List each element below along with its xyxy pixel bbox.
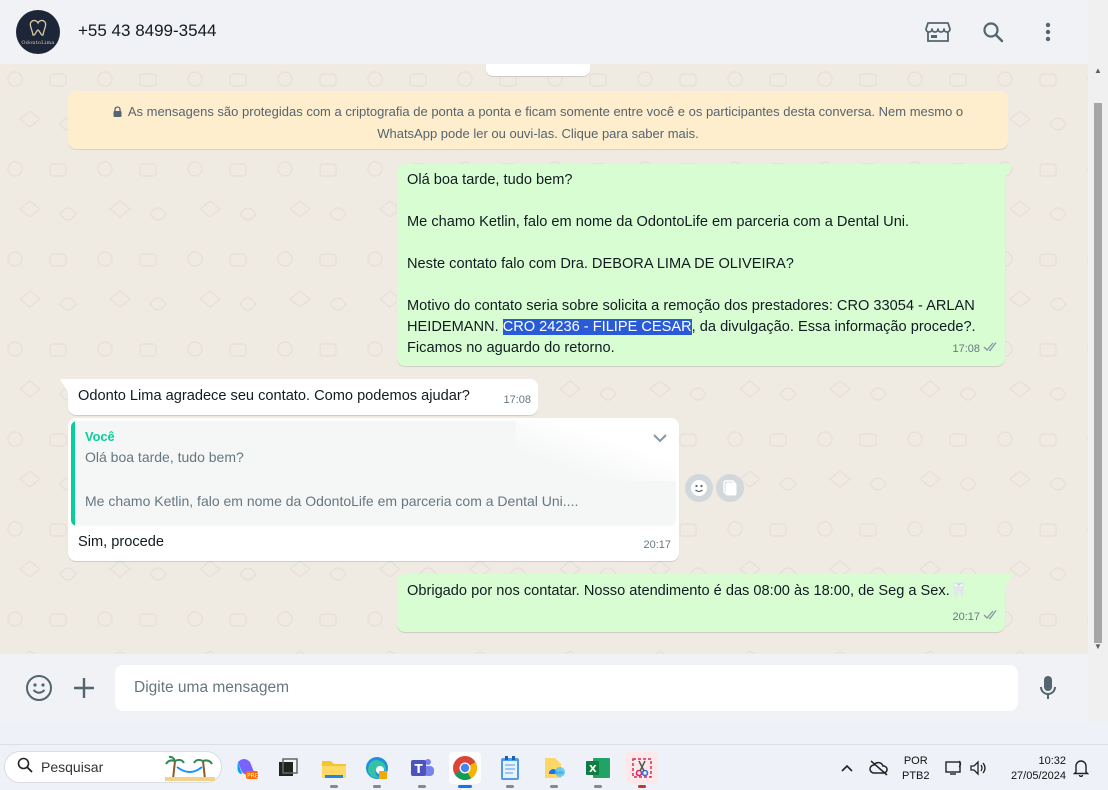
quoted-message[interactable]: Você Olá boa tarde, tudo bem? Me chamo K… bbox=[71, 421, 676, 526]
bubble-tail bbox=[1005, 574, 1013, 587]
svg-text:T: T bbox=[415, 762, 424, 776]
system-clock[interactable]: 10:32 27/05/2024 bbox=[1000, 754, 1066, 784]
chat-header: OdontoLima +55 43 8499-3544 bbox=[0, 0, 1088, 64]
copy-icon[interactable] bbox=[716, 474, 744, 502]
tooth-logo-icon bbox=[28, 19, 48, 40]
message-line: Me chamo Ketlin, falo em nome da OdontoL… bbox=[407, 214, 910, 230]
message-line: Neste contato falo com Dra. DEBORA LIMA … bbox=[407, 256, 794, 272]
windows-taskbar: Pesquisar PRE T X POR PTB2 10:32 27/05/2… bbox=[0, 744, 1108, 790]
emoji-icon[interactable] bbox=[24, 673, 54, 703]
snipping-tool-icon[interactable] bbox=[626, 752, 658, 788]
message-input[interactable] bbox=[115, 665, 1018, 711]
message-meta: 17:08 bbox=[503, 390, 531, 411]
quote-text: Me chamo Ketlin, falo em nome da OdontoL… bbox=[85, 493, 579, 509]
encryption-notice[interactable]: As mensagens são protegidas com a cripto… bbox=[68, 91, 1008, 149]
keyboard-language[interactable]: POR PTB2 bbox=[902, 754, 930, 784]
hammock-beach-icon bbox=[165, 755, 215, 786]
language-code: POR bbox=[903, 755, 928, 767]
lock-icon bbox=[113, 102, 122, 117]
emoji-react-icon[interactable] bbox=[685, 474, 713, 502]
attach-plus-icon[interactable] bbox=[69, 673, 99, 703]
bubble-tail bbox=[1005, 164, 1013, 177]
message-meta: 17:08 bbox=[952, 339, 999, 360]
notepad-icon[interactable] bbox=[494, 752, 526, 788]
selected-text: CRO 24236 - FILIPE CESAR bbox=[502, 319, 692, 335]
chrome-icon[interactable] bbox=[449, 752, 481, 788]
search-icon[interactable] bbox=[977, 16, 1009, 48]
contact-name[interactable]: +55 43 8499-3544 bbox=[78, 21, 217, 41]
message-meta: 20:17 bbox=[643, 535, 671, 556]
scrollbar-thumb[interactable] bbox=[1094, 103, 1102, 643]
keyboard-layout: PTB2 bbox=[902, 770, 930, 782]
message-text: Odonto Lima agradece seu contato. Como p… bbox=[78, 388, 470, 404]
file-explorer-icon[interactable] bbox=[318, 752, 350, 788]
message-time: 17:08 bbox=[503, 394, 531, 406]
message-text: Obrigado por nos contatar. Nosso atendim… bbox=[407, 583, 950, 599]
chevron-down-icon[interactable] bbox=[652, 429, 668, 450]
scroll-up-icon[interactable]: ▲ bbox=[1094, 66, 1102, 75]
double-check-icon bbox=[983, 339, 999, 360]
message-bubble-incoming[interactable]: Odonto Lima agradece seu contato. Como p… bbox=[68, 379, 538, 415]
microphone-icon[interactable] bbox=[1033, 673, 1063, 703]
encryption-notice-text: As mensagens são protegidas com a cripto… bbox=[127, 104, 964, 141]
menu-icon[interactable] bbox=[1032, 16, 1064, 48]
composer bbox=[0, 654, 1088, 722]
scrollbar[interactable]: ▲ ▼ bbox=[1088, 0, 1108, 722]
svg-text:X: X bbox=[589, 764, 597, 775]
photos-icon[interactable] bbox=[538, 752, 570, 788]
copilot-icon[interactable]: PRE bbox=[230, 752, 262, 784]
message-text: Sim, procede bbox=[78, 534, 164, 550]
date-pill bbox=[486, 64, 590, 76]
message-bubble-outgoing[interactable]: Olá boa tarde, tudo bem? Me chamo Ketlin… bbox=[397, 164, 1005, 366]
message-line: Olá boa tarde, tudo bem? bbox=[407, 172, 573, 188]
clock-time: 10:32 bbox=[1038, 755, 1066, 767]
avatar-logo-text: OdontoLima bbox=[21, 39, 55, 46]
tooth-emoji: 🦷 bbox=[949, 583, 968, 599]
excel-icon[interactable]: X bbox=[582, 752, 614, 788]
message-time: 20:17 bbox=[643, 539, 671, 551]
edge-browser-icon[interactable] bbox=[361, 752, 393, 788]
volume-icon[interactable] bbox=[969, 745, 987, 790]
chat-area[interactable]: As mensagens são protegidas com a cripto… bbox=[0, 64, 1088, 654]
onedrive-offline-icon[interactable] bbox=[869, 745, 889, 790]
search-icon bbox=[17, 757, 33, 778]
notification-bell-icon[interactable] bbox=[1073, 745, 1089, 790]
network-icon[interactable] bbox=[945, 745, 963, 790]
clock-date: 27/05/2024 bbox=[1010, 770, 1066, 782]
quote-bar bbox=[71, 421, 75, 526]
message-bubble-outgoing[interactable]: Obrigado por nos contatar. Nosso atendim… bbox=[397, 574, 1005, 632]
message-line: Motivo do contato seria sobre solicita a… bbox=[407, 296, 995, 359]
bubble-tail bbox=[60, 379, 68, 392]
teams-icon[interactable]: T bbox=[406, 752, 438, 788]
contact-avatar[interactable]: OdontoLima bbox=[16, 10, 60, 54]
svg-text:PRE: PRE bbox=[247, 773, 258, 780]
taskbar-search[interactable]: Pesquisar bbox=[4, 751, 222, 783]
message-meta: 20:17 bbox=[952, 607, 999, 628]
tray-overflow-icon[interactable] bbox=[840, 745, 854, 790]
taskbar-search-label: Pesquisar bbox=[41, 759, 104, 775]
message-bubble-incoming-reply[interactable]: Você Olá boa tarde, tudo bem? Me chamo K… bbox=[68, 418, 679, 561]
task-view-icon[interactable] bbox=[272, 752, 304, 784]
message-time: 17:08 bbox=[952, 343, 980, 355]
double-check-icon bbox=[983, 607, 999, 628]
message-time: 20:17 bbox=[952, 611, 980, 623]
scroll-down-icon[interactable]: ▼ bbox=[1094, 642, 1102, 651]
store-icon[interactable] bbox=[922, 16, 954, 48]
